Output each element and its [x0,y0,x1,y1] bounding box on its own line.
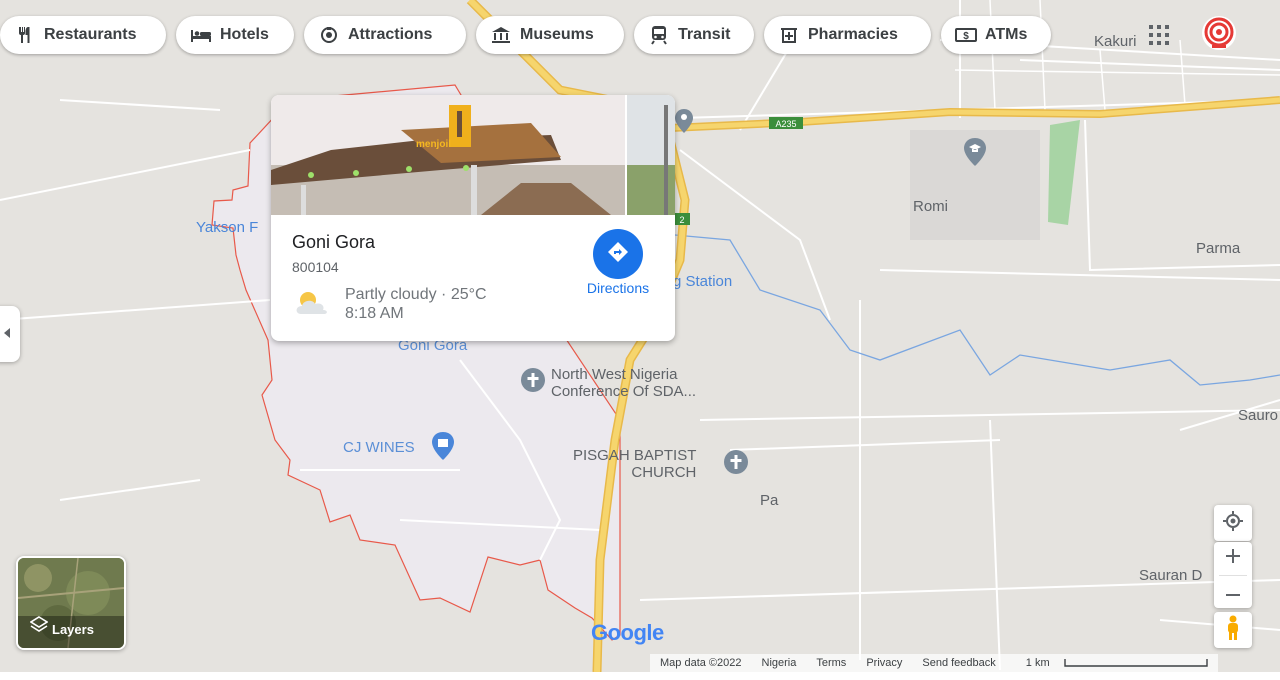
collapse-panel-button[interactable] [0,306,20,362]
chip-label: Restaurants [44,26,137,43]
pharmacy-icon [778,25,800,45]
plus-icon [1226,549,1240,568]
zoom-controls [1214,542,1252,608]
atm-icon: $ [955,25,977,45]
camera-icon [318,25,340,45]
chip-label: Hotels [220,26,269,43]
google-logo: Google [591,619,681,653]
label-sauran-d[interactable]: Sauran D [1139,567,1202,584]
zoom-out-button[interactable] [1214,576,1252,608]
museum-icon [490,25,512,45]
chip-label: Pharmacies [808,26,898,43]
label-sda-conference[interactable]: North West Nigeria Conference Of SDA... [551,366,696,400]
label-cj-wines[interactable]: CJ WINES [343,439,415,456]
church-pin-icon [724,450,748,474]
account-avatar[interactable] [1200,14,1238,52]
svg-text:$: $ [963,31,969,42]
church-pin-icon [521,368,545,392]
zoom-in-button[interactable] [1214,542,1252,575]
chip-hotels[interactable]: Hotels [176,16,294,54]
my-location-icon [1223,510,1243,536]
label-pisgah-church[interactable]: PISGAH BAPTIST CHURCH [573,447,696,481]
weather-condition: Partly cloudy · 25°C [345,286,487,303]
layers-label: Layers [52,622,94,637]
label-station[interactable]: g Station [673,273,732,290]
chip-restaurants[interactable]: Restaurants [0,16,166,54]
map-footer: Map data ©2022 Nigeria Terms Privacy Sen… [650,654,1218,672]
place-card[interactable]: menjoil Goni Gora 800104 Partly cloudy ·… [271,95,675,341]
fork-knife-icon [14,25,36,45]
place-name: Goni Gora [292,232,376,252]
layers-button[interactable]: Layers [16,556,126,650]
directions-label[interactable]: Directions [573,280,663,296]
pegman-icon [1226,615,1240,646]
directions-icon [607,241,629,268]
chip-pharmacies[interactable]: Pharmacies [764,16,931,54]
weather-time: 8:18 AM [345,305,404,322]
country-link[interactable]: Nigeria [762,657,797,669]
label-romi[interactable]: Romi [913,198,948,215]
send-feedback-link[interactable]: Send feedback [922,657,995,669]
chip-label: Attractions [348,26,433,43]
scale-bar[interactable]: 1 km [1016,657,1208,669]
layers-icon [29,616,49,637]
chip-atms[interactable]: $ ATMs [941,16,1051,54]
chip-attractions[interactable]: Attractions [304,16,466,54]
chip-label: Transit [678,26,731,43]
label-pisgah-line2: CHURCH [631,464,697,481]
chip-label: ATMs [985,26,1028,43]
apps-grid-icon[interactable] [1148,24,1170,46]
terms-link[interactable]: Terms [816,657,846,669]
pegman-button[interactable] [1214,612,1252,648]
label-sauro[interactable]: Sauro [1238,407,1278,424]
label-yakson[interactable]: Yakson F [196,219,258,236]
caret-left-icon [4,325,12,343]
directions-button[interactable] [593,229,643,279]
scale-label: 1 km [1025,657,1050,669]
label-kakuri[interactable]: Kakuri [1094,33,1137,50]
google-logo-text: Google [591,620,664,645]
label-parma[interactable]: Parma [1196,240,1240,257]
label-pisgah-line1: PISGAH BAPTIST [573,447,697,464]
minus-icon [1226,583,1240,601]
postal-code: 800104 [292,259,339,275]
chip-transit[interactable]: Transit [634,16,754,54]
my-location-button[interactable] [1214,505,1252,541]
bottom-strip [0,672,1280,680]
train-icon [648,25,670,45]
chip-label: Museums [520,26,594,43]
partly-cloudy-icon [291,288,335,323]
label-sda-line1: North West Nigeria [551,366,678,383]
photo-sign-text: menjoil [416,139,451,150]
bed-icon [190,25,212,45]
place-photo[interactable]: menjoil [271,95,675,215]
road-shield-a235: A235 [775,119,796,129]
map-data-attribution: Map data ©2022 [660,657,742,669]
chip-museums[interactable]: Museums [476,16,624,54]
label-sda-line2: Conference Of SDA... [551,383,697,400]
privacy-link[interactable]: Privacy [866,657,902,669]
road-shield-a2: 2 [679,215,684,225]
label-pa[interactable]: Pa [760,492,778,509]
weather-info: Partly cloudy · 25°C 8:18 AM [345,285,487,323]
